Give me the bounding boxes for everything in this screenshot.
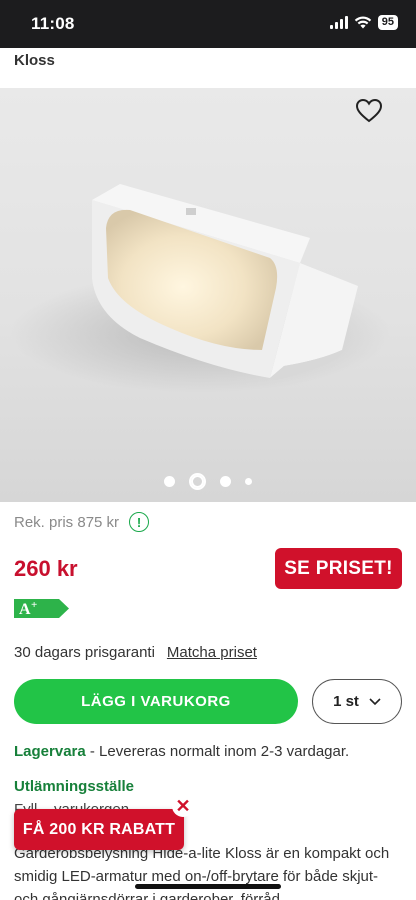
product-price: 260 kr	[14, 556, 78, 581]
carousel-dot[interactable]	[220, 476, 231, 487]
close-icon[interactable]: ✕	[172, 795, 194, 817]
cellular-signal-icon	[329, 16, 348, 29]
carousel-dot[interactable]	[164, 476, 175, 487]
match-price-link[interactable]: Matcha priset	[167, 644, 257, 661]
chevron-down-icon	[369, 697, 381, 705]
info-icon[interactable]: !	[129, 512, 150, 532]
quantity-value: 1 st	[333, 693, 359, 710]
pickup-title: Utlämningsställe	[14, 778, 135, 795]
see-price-button[interactable]: SE PRISET!	[275, 548, 402, 589]
price-guarantee-text: 30 dagars prisgaranti	[14, 644, 155, 661]
page-title: Kloss	[14, 52, 55, 69]
quantity-select[interactable]: 1 st	[312, 679, 402, 724]
add-to-cart-button[interactable]: LÄGG I VARUKORG	[14, 679, 298, 724]
price-guarantee-row: 30 dagars prisgaranti Matcha priset	[14, 644, 257, 661]
stock-label: Lagervara	[14, 743, 86, 760]
product-photo	[10, 184, 390, 393]
product-description: Garderobsbelysning Hide-a-lite Kloss är …	[14, 845, 390, 900]
status-time: 11:08	[31, 14, 75, 33]
stock-delivery-text: - Levereras normalt inom 2-3 vardagar.	[89, 743, 350, 760]
home-indicator[interactable]	[135, 884, 281, 889]
battery-icon: 95	[377, 15, 398, 30]
stock-status: Lagervara - Levereras normalt inom 2-3 v…	[14, 743, 349, 760]
energy-class-plus: +	[31, 599, 37, 611]
status-bar: 11:08 95	[0, 0, 416, 48]
wifi-icon	[354, 16, 371, 29]
energy-class-badge[interactable]: A +	[14, 599, 70, 618]
status-icons: 95	[329, 15, 398, 30]
heart-icon[interactable]	[356, 99, 382, 123]
carousel-dot-active[interactable]	[189, 473, 206, 490]
product-image-carousel[interactable]	[0, 88, 416, 502]
recommended-price: Rek. pris 875 kr	[14, 513, 120, 531]
recommended-price-row: Rek. pris 875 kr !	[14, 512, 150, 532]
carousel-dot[interactable]	[245, 478, 252, 485]
discount-promo-button[interactable]: FÅ 200 KR RABATT	[14, 809, 184, 850]
energy-class-letter: A	[19, 601, 31, 618]
carousel-dots	[0, 473, 416, 490]
